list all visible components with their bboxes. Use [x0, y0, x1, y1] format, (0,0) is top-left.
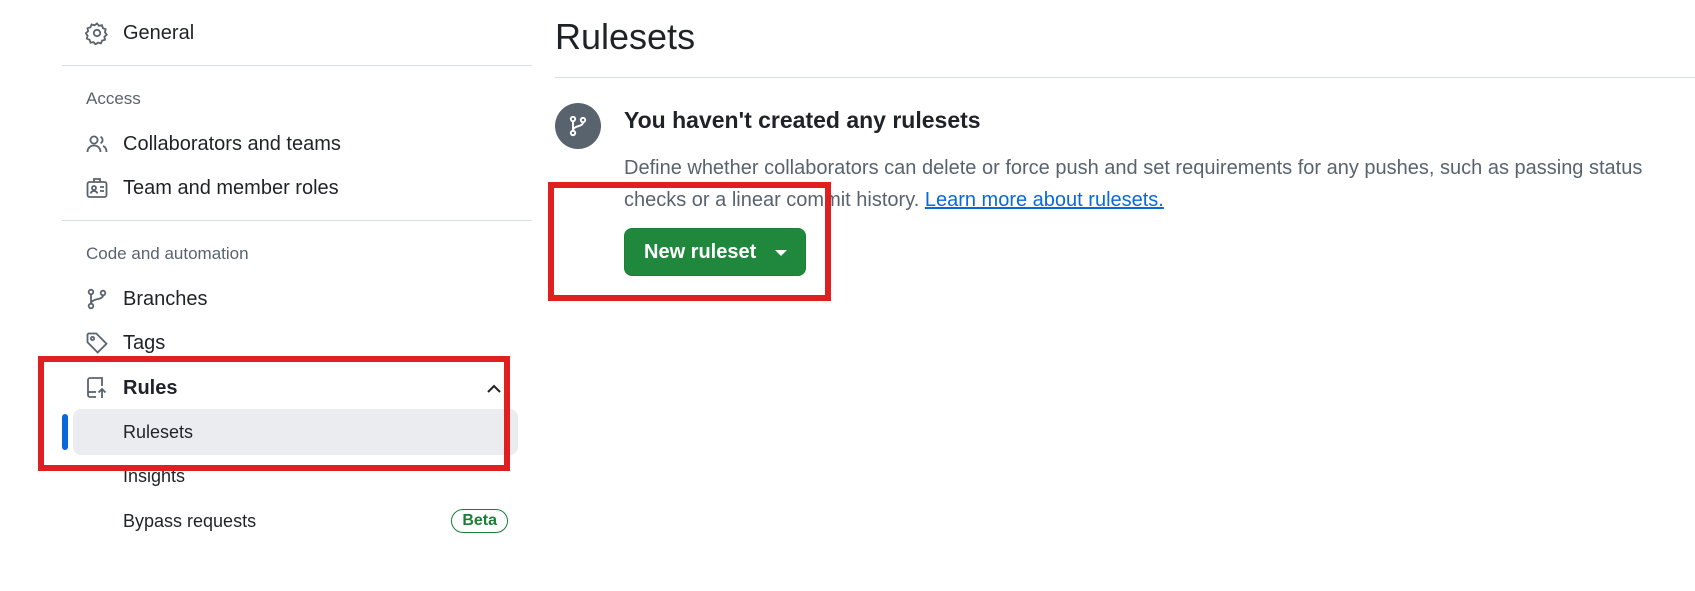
main-content: Rulesets You haven't created any ruleset… — [548, 0, 1695, 591]
people-icon — [85, 132, 109, 156]
blankslate-heading: You haven't created any rulesets — [624, 107, 981, 133]
sidebar-item-label: Tags — [123, 331, 166, 354]
highlight-box-rules — [38, 356, 510, 471]
gear-icon — [85, 21, 109, 45]
sidebar-divider — [62, 65, 532, 66]
sidebar-item-team-roles[interactable]: Team and member roles — [85, 168, 339, 208]
section-heading-access: Access — [86, 89, 141, 108]
sidebar-item-label: Branches — [123, 287, 208, 310]
sidebar-item-label: Collaborators and teams — [123, 132, 341, 155]
id-badge-icon — [85, 176, 109, 200]
title-divider — [555, 77, 1695, 78]
sidebar-subitem-bypass-requests[interactable]: Bypass requests Beta — [73, 498, 518, 544]
settings-sidebar: General Access Collaborators and teams T… — [0, 0, 540, 591]
page-title: Rulesets — [555, 16, 696, 57]
highlight-box-new-ruleset — [548, 182, 831, 301]
sidebar-item-branches[interactable]: Branches — [85, 279, 208, 319]
section-heading-code-automation: Code and automation — [86, 244, 249, 263]
beta-badge: Beta — [451, 509, 508, 533]
sidebar-item-label: General — [123, 21, 195, 44]
blankslate-icon — [555, 103, 601, 149]
sidebar-item-label: Team and member roles — [123, 176, 339, 199]
git-branch-icon — [569, 115, 587, 137]
git-branch-icon — [85, 287, 109, 311]
sidebar-item-general[interactable]: General — [85, 13, 194, 53]
learn-more-link[interactable]: Learn more about rulesets. — [925, 189, 1164, 211]
sidebar-item-label: Bypass requests — [123, 510, 257, 531]
tag-icon — [85, 331, 109, 355]
sidebar-divider — [62, 220, 532, 221]
sidebar-item-collaborators[interactable]: Collaborators and teams — [85, 124, 341, 164]
